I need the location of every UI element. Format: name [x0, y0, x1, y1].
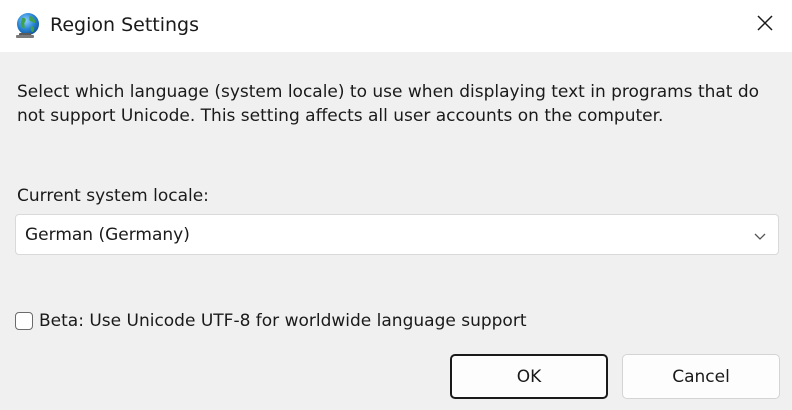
window-title: Region Settings	[50, 14, 200, 36]
beta-utf8-label: Beta: Use Unicode UTF-8 for worldwide la…	[39, 311, 527, 331]
beta-utf8-checkbox[interactable]	[15, 312, 33, 330]
close-button[interactable]	[744, 6, 786, 44]
description-text: Select which language (system locale) to…	[17, 82, 760, 126]
ok-button[interactable]: OK	[450, 354, 608, 399]
beta-utf8-option[interactable]: Beta: Use Unicode UTF-8 for worldwide la…	[15, 308, 527, 334]
chevron-down-icon	[753, 228, 767, 242]
selected-locale: German (Germany)	[25, 225, 190, 245]
close-icon	[756, 14, 774, 36]
region-settings-dialog: Region Settings Select which language (s…	[0, 0, 792, 410]
system-locale-select[interactable]: German (Germany)	[15, 214, 779, 255]
globe-icon	[13, 11, 41, 39]
title-bar: Region Settings	[0, 0, 792, 52]
cancel-button[interactable]: Cancel	[622, 354, 780, 399]
locale-label: Current system locale:	[17, 186, 209, 206]
